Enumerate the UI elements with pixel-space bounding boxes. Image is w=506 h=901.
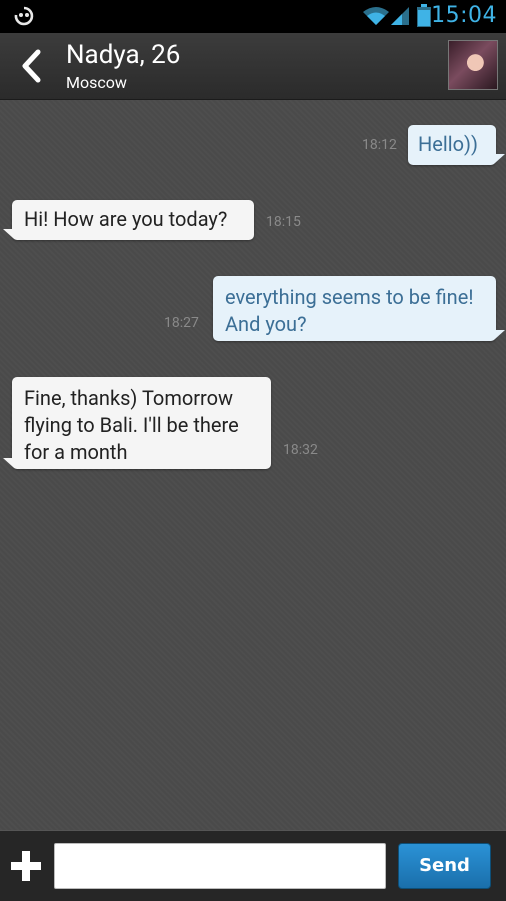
send-button[interactable]: Send — [398, 843, 491, 889]
message-composer: Send — [0, 830, 506, 901]
avatar[interactable] — [448, 40, 498, 90]
message-bubble-outgoing[interactable]: everything seems to be fine! And you? — [213, 276, 505, 341]
status-clock: 15:04 — [431, 3, 497, 28]
message-text: Hello)) — [418, 132, 478, 156]
chat-header: Nadya, 26 Moscow — [0, 33, 506, 100]
contact-location: Moscow — [66, 73, 127, 92]
message-time: 18:15 — [266, 214, 301, 230]
message-input[interactable] — [54, 843, 386, 889]
back-button[interactable] — [14, 47, 50, 85]
contact-name: Nadya, 26 — [66, 40, 181, 70]
status-bar: 15:04 — [0, 0, 506, 33]
message-text: Hi! How are you today? — [24, 207, 228, 231]
message-time: 18:12 — [362, 137, 397, 153]
message-text: Fine, thanks) Tomorrow flying to Bali. I… — [24, 386, 239, 464]
message-bubble-incoming[interactable]: Fine, thanks) Tomorrow flying to Bali. I… — [3, 377, 271, 469]
signal-icon — [391, 7, 409, 25]
chat-area[interactable]: 18:12 Hello)) Hi! How are you today? 18:… — [0, 100, 506, 830]
message-bubble-incoming[interactable]: Hi! How are you today? — [3, 200, 254, 240]
battery-icon — [417, 4, 431, 27]
plus-icon[interactable] — [9, 849, 43, 883]
notification-icon — [14, 6, 34, 26]
message-time: 18:32 — [283, 442, 318, 458]
message-text: everything seems to be fine! And you? — [225, 285, 474, 336]
wifi-icon — [363, 7, 389, 25]
message-bubble-outgoing[interactable]: Hello)) — [408, 125, 505, 165]
message-time: 18:27 — [164, 315, 199, 331]
